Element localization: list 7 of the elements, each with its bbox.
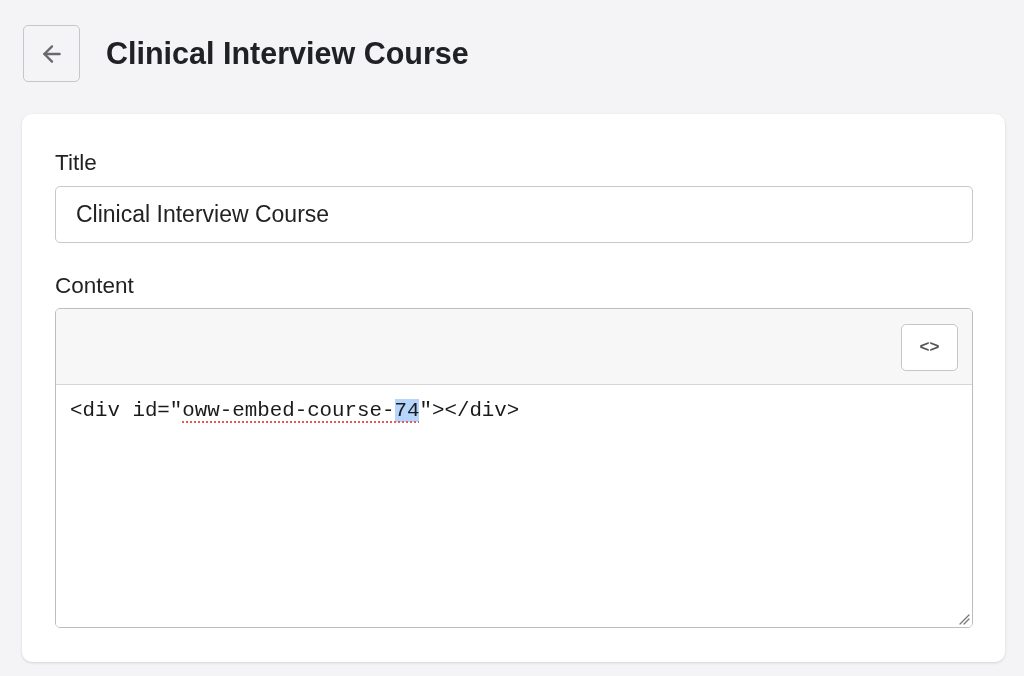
page-title: Clinical Interview Course bbox=[106, 36, 469, 71]
back-button[interactable] bbox=[23, 25, 80, 82]
title-input[interactable]: Clinical Interview Course bbox=[55, 186, 973, 243]
field-label: Content bbox=[55, 273, 134, 299]
resize-handle-icon[interactable] bbox=[959, 614, 970, 625]
field-label: Title bbox=[55, 150, 97, 176]
code-view-button[interactable]: <> bbox=[901, 323, 958, 371]
